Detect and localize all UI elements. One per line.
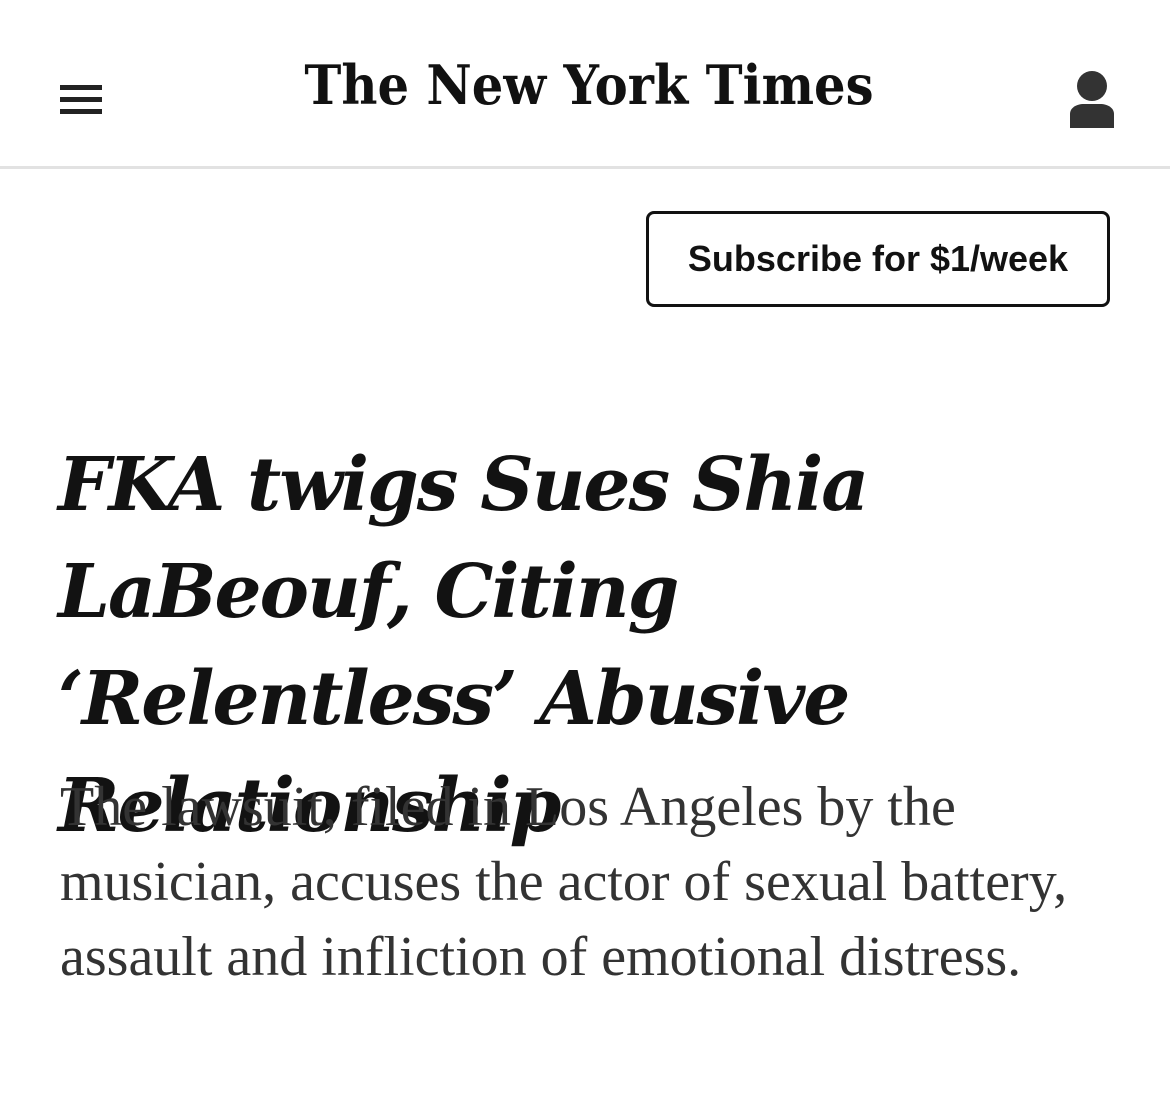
subscribe-button[interactable]: Subscribe for $1/week <box>646 211 1110 307</box>
nyt-masthead-logo[interactable]: The New York Times <box>304 58 873 112</box>
account-person-icon[interactable] <box>1066 70 1118 132</box>
menu-line-1 <box>60 85 102 90</box>
hamburger-menu-icon[interactable] <box>60 85 104 117</box>
top-navigation-bar: The New York Times <box>0 0 1170 169</box>
menu-line-3 <box>60 109 102 114</box>
menu-line-2 <box>60 97 102 102</box>
article-summary: The lawsuit, filed in Los Angeles by the… <box>60 776 1068 988</box>
